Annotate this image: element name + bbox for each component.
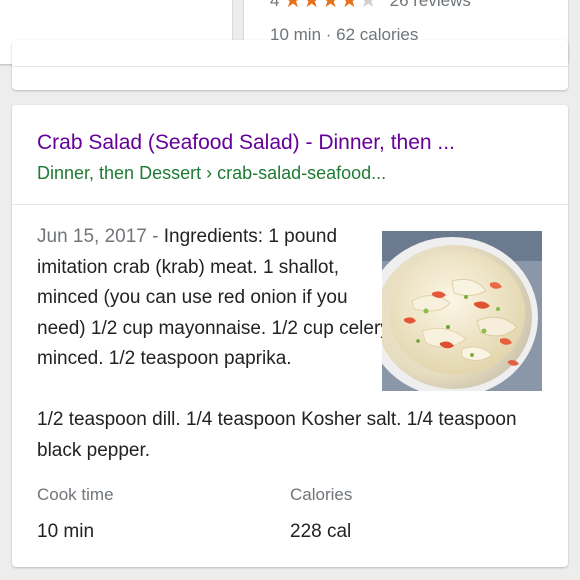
- result-breadcrumb[interactable]: Dinner, then Dessert › crab-salad-seafoo…: [37, 161, 552, 185]
- star-filled-icon: ★: [283, 0, 303, 12]
- recipe-facts: Cook time 10 min Calories 228 cal: [37, 484, 547, 554]
- divider: [12, 66, 568, 67]
- search-results-page: 4 ★ ★ ★ ★ ★ 26 reviews 10 min · 62 calor…: [0, 0, 580, 580]
- fact-value: 10 min: [37, 521, 95, 542]
- result-title-link[interactable]: Crab Salad (Seafood Salad) - Dinner, the…: [37, 130, 552, 156]
- fact-cook-time: Cook time 10 min: [37, 484, 114, 544]
- star-empty-icon: ★: [358, 0, 378, 12]
- snippet-text: Ingredients: 1 pound imitation crab (kra…: [37, 226, 394, 369]
- rating-value: 4: [270, 0, 280, 10]
- fact-value: 228 cal: [290, 521, 352, 542]
- star-rating: ★ ★ ★ ★ ★: [283, 0, 377, 12]
- search-result-card: Crab Salad (Seafood Salad) - Dinner, the…: [12, 105, 568, 567]
- fact-label: Cook time: [37, 485, 114, 504]
- crab-salad-thumbnail[interactable]: [382, 231, 542, 391]
- snippet-continuation: 1/2 teaspoon dill. 1/4 teaspoon Kosher s…: [37, 409, 517, 461]
- review-count: 26 reviews: [389, 0, 471, 10]
- divider: [12, 204, 568, 205]
- star-filled-icon: ★: [339, 0, 359, 12]
- result-date: Jun 15, 2017 -: [37, 226, 164, 247]
- fact-label: Calories: [290, 485, 353, 504]
- rating-row: 4 ★ ★ ★ ★ ★ 26 reviews: [270, 0, 471, 12]
- result-snippet: Jun 15, 2017 - Ingredients: 1 pound imit…: [37, 222, 397, 375]
- results-strip-card: [12, 40, 568, 90]
- fact-calories: Calories 228 cal: [290, 484, 352, 544]
- star-filled-icon: ★: [302, 0, 322, 12]
- star-filled-icon: ★: [321, 0, 340, 12]
